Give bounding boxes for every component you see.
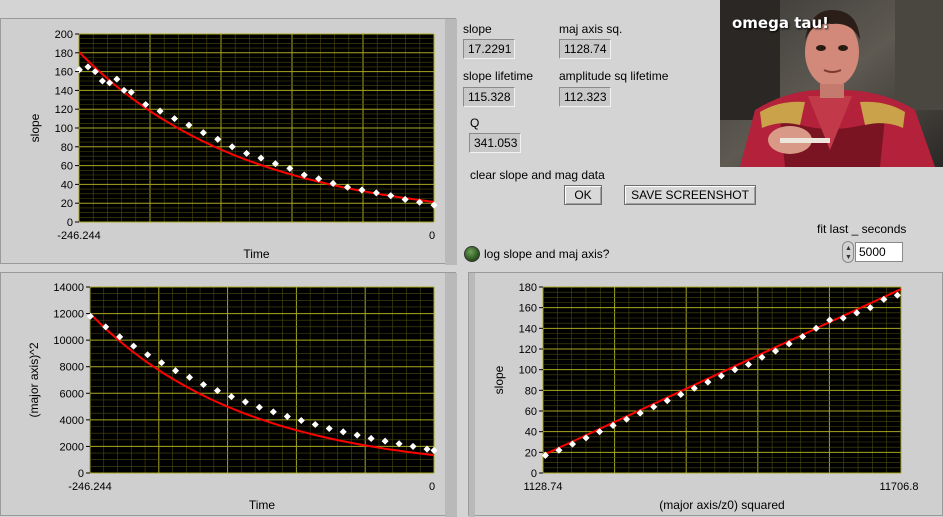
x-axis-title: Time (249, 498, 276, 512)
save-screenshot-button[interactable]: SAVE SCREENSHOT (624, 185, 756, 205)
y-tick-label: 60 (525, 406, 537, 418)
x-end-label: 11706.8 (880, 481, 919, 493)
y-tick-label: 0 (78, 468, 84, 480)
y-tick-label: 100 (55, 123, 73, 135)
y-tick-label: 4000 (60, 415, 84, 427)
omega-tau-image: omega tau! (720, 0, 943, 167)
y-tick-label: 8000 (60, 362, 84, 374)
slope-vs-major-axis-chart: 0 20 40 60 80 100 120 140 160 180 1128.74 11706.8 (m… (469, 273, 919, 517)
fit-seconds-label: fit last _ seconds (817, 222, 907, 236)
amplitude-sq-lifetime-value: 112.323 (559, 87, 611, 107)
y-tick-label: 40 (61, 179, 73, 191)
slope-lifetime-value: 115.328 (463, 87, 515, 107)
y-tick-label: 0 (67, 217, 73, 229)
y-tick-label: 120 (55, 104, 73, 116)
y-tick-label: 160 (519, 303, 537, 315)
y-axis-title: slope (492, 365, 506, 394)
y-tick-label: 14000 (53, 282, 84, 294)
fit-seconds-spinner[interactable]: ▲ ▼ (842, 241, 854, 263)
y-tick-label: 200 (55, 29, 73, 41)
y-tick-label: 140 (519, 323, 537, 335)
x-end-label: 0 (429, 230, 435, 242)
y-tick-label: 100 (519, 365, 537, 377)
y-tick-label: 80 (525, 385, 537, 397)
amplitude-sq-lifetime-label: amplitude sq lifetime (559, 69, 669, 83)
y-tick-label: 180 (55, 48, 73, 60)
scrollbar (445, 19, 457, 265)
y-tick-label: 2000 (60, 441, 84, 453)
y-tick-label: 180 (519, 282, 537, 294)
y-tick-label: 80 (61, 142, 73, 154)
log-toggle-led[interactable] (464, 246, 480, 262)
y-axis-title: (major axis)^2 (27, 342, 41, 417)
slope-vs-time-chart: 020406080100120140160180200-246.244 0Time… (28, 19, 457, 265)
scrollbar (469, 273, 475, 517)
slope-lifetime-label: slope lifetime (463, 69, 534, 83)
y-tick-label: 6000 (60, 388, 84, 400)
major-axis-vs-time-chart: 0 2000 4000 6000 8000 10000 12000 14000 -246.244… (27, 273, 457, 517)
y-tick-label: 140 (55, 85, 73, 97)
y-tick-label: 12000 (53, 309, 84, 321)
y-tick-label: 0 (531, 468, 537, 480)
fit-seconds-input[interactable]: 5000 (855, 242, 903, 262)
x-axis-title: (major axis/z0) squared (659, 498, 784, 512)
y-tick-label: 60 (61, 161, 73, 173)
x-start-label: -246.244 (68, 481, 111, 493)
x-start-label: 1128.74 (524, 481, 563, 493)
spin-up-icon[interactable]: ▲ (845, 245, 852, 252)
ok-button[interactable]: OK (564, 185, 602, 205)
y-tick-label: 120 (519, 344, 537, 356)
x-start-label: -246.244 (57, 230, 100, 242)
y-tick-label: 10000 (53, 335, 84, 347)
slope-label: slope (463, 22, 492, 36)
spin-down-icon[interactable]: ▼ (845, 254, 852, 261)
x-end-label: 0 (429, 481, 435, 493)
major-axis-vs-time-panel: 0 2000 4000 6000 8000 10000 12000 14000 -246.244… (0, 272, 457, 517)
y-tick-label: 40 (525, 427, 537, 439)
y-tick-label: 20 (61, 198, 73, 210)
maj-axis-sq-value: 1128.74 (559, 39, 611, 59)
y-tick-label: 160 (55, 67, 73, 79)
log-toggle-label: log slope and maj axis? (484, 247, 610, 261)
x-axis-title: Time (243, 247, 270, 261)
clear-data-label: clear slope and mag data (470, 168, 605, 182)
y-axis-title: slope (28, 113, 42, 142)
q-value: 341.053 (469, 133, 521, 153)
scrollbar (445, 273, 457, 517)
slope-vs-time-panel: 0 20 40 60 80 100 120 140 160 180 200 -246.244 0 Time… (0, 18, 457, 265)
q-label: Q (470, 116, 480, 130)
slope-vs-major-axis-panel: 0 20 40 60 80 100 120 140 160 180 1128.74 11706.8 (m… (468, 272, 943, 517)
image-caption: omega tau! (732, 14, 830, 32)
slope-value: 17.2291 (463, 39, 515, 59)
maj-axis-sq-label: maj axis sq. (559, 22, 623, 36)
y-tick-label: 20 (525, 447, 537, 459)
